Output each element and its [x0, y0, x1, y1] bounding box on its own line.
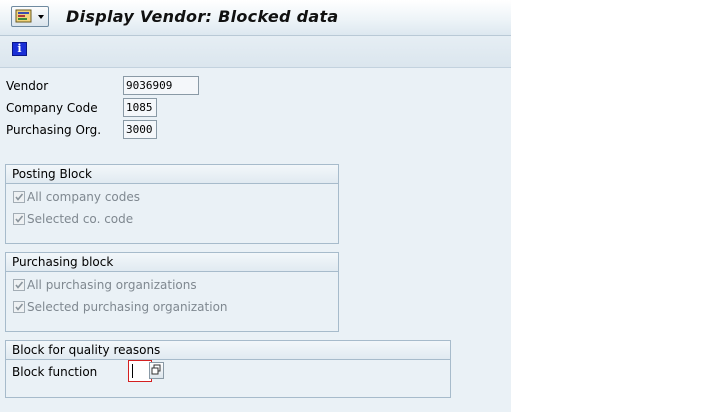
block-function-label: Block function [12, 365, 98, 379]
checkbox-checked-icon [13, 190, 25, 203]
quality-block-group: Block for quality reasons Block function [5, 340, 451, 398]
company-code-field[interactable]: 1085 [123, 98, 157, 117]
sap-window: Display Vendor: Blocked data i Vendor 90… [0, 0, 511, 412]
text-cursor [132, 364, 133, 378]
checkbox-checked-icon [13, 212, 25, 225]
selected-co-code-label: Selected co. code [27, 212, 134, 226]
value-help-icon [151, 364, 161, 375]
all-purchasing-orgs-checkbox[interactable]: All purchasing organizations [13, 277, 197, 293]
system-menu-icon [15, 9, 33, 24]
title-bar: Display Vendor: Blocked data [0, 0, 511, 36]
selected-co-code-checkbox[interactable]: Selected co. code [13, 211, 133, 227]
vendor-label: Vendor [6, 79, 49, 93]
posting-block-group: Posting Block All company codes Selected… [5, 164, 339, 244]
application-toolbar: i [0, 36, 511, 68]
page-title: Display Vendor: Blocked data [66, 7, 339, 26]
purchasing-block-group: Purchasing block All purchasing organiza… [5, 252, 339, 332]
checkbox-checked-icon [13, 278, 25, 291]
system-menu-button[interactable] [11, 6, 49, 27]
chevron-down-icon [38, 15, 44, 19]
purchasing-org-label: Purchasing Org. [6, 123, 102, 137]
selected-purchasing-org-label: Selected purchasing organization [27, 300, 228, 314]
information-icon[interactable]: i [12, 42, 27, 56]
posting-block-title: Posting Block [6, 165, 338, 184]
vendor-field[interactable]: 9036909 [123, 76, 199, 95]
all-company-codes-checkbox[interactable]: All company codes [13, 189, 140, 205]
purchasing-org-field[interactable]: 3000 [123, 120, 157, 139]
checkbox-checked-icon [13, 300, 25, 313]
quality-block-title: Block for quality reasons [6, 341, 450, 360]
purchasing-block-title: Purchasing block [6, 253, 338, 272]
all-purchasing-orgs-label: All purchasing organizations [27, 278, 197, 292]
selected-purchasing-org-checkbox[interactable]: Selected purchasing organization [13, 299, 228, 315]
all-company-codes-label: All company codes [27, 190, 141, 204]
value-help-button[interactable] [149, 362, 164, 379]
company-code-label: Company Code [6, 101, 98, 115]
